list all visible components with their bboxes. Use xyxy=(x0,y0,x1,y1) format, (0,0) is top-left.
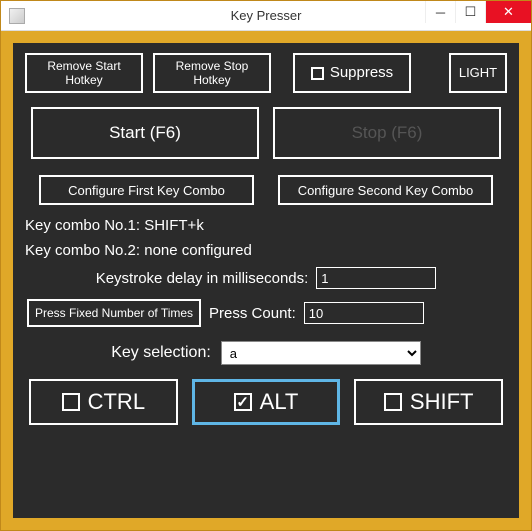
key-selection-dropdown[interactable]: a xyxy=(221,341,421,365)
ctrl-modifier-toggle[interactable]: CTRL xyxy=(29,379,178,425)
configure-second-combo-button[interactable]: Configure Second Key Combo xyxy=(278,175,493,205)
app-icon xyxy=(9,8,25,24)
maximize-button[interactable]: ☐ xyxy=(455,1,485,23)
close-button[interactable]: ✕ xyxy=(485,1,531,23)
delay-label: Keystroke delay in milliseconds: xyxy=(96,270,309,287)
client-area: Remove Start Hotkey Remove Stop Hotkey S… xyxy=(13,43,519,518)
shift-checkbox-icon xyxy=(384,393,402,411)
key-selection-label: Key selection: xyxy=(111,344,211,362)
combo1-label: Key combo No.1: SHIFT+k xyxy=(25,217,507,234)
minimize-button[interactable]: ─ xyxy=(425,1,455,23)
titlebar: Key Presser ─ ☐ ✕ xyxy=(1,1,531,31)
alt-label: ALT xyxy=(260,389,299,415)
key-selection-row: Key selection: a xyxy=(25,341,507,365)
alt-modifier-toggle[interactable]: ALT xyxy=(192,379,341,425)
ctrl-checkbox-icon xyxy=(62,393,80,411)
hotkey-row: Remove Start Hotkey Remove Stop Hotkey S… xyxy=(25,53,507,93)
light-theme-button[interactable]: LIGHT xyxy=(449,53,507,93)
suppress-toggle[interactable]: Suppress xyxy=(293,53,411,93)
delay-row: Keystroke delay in milliseconds: xyxy=(25,267,507,289)
alt-checkbox-icon xyxy=(234,393,252,411)
combo2-label: Key combo No.2: none configured xyxy=(25,242,507,259)
start-button[interactable]: Start (F6) xyxy=(31,107,259,159)
shift-label: SHIFT xyxy=(410,389,474,415)
configure-first-combo-button[interactable]: Configure First Key Combo xyxy=(39,175,254,205)
stop-button[interactable]: Stop (F6) xyxy=(273,107,501,159)
press-fixed-times-button[interactable]: Press Fixed Number of Times xyxy=(27,299,201,327)
delay-input[interactable] xyxy=(316,267,436,289)
remove-start-hotkey-button[interactable]: Remove Start Hotkey xyxy=(25,53,143,93)
start-stop-row: Start (F6) Stop (F6) xyxy=(25,107,507,159)
app-window: Key Presser ─ ☐ ✕ Remove Start Hotkey Re… xyxy=(0,0,532,531)
window-title: Key Presser xyxy=(231,8,302,23)
shift-modifier-toggle[interactable]: SHIFT xyxy=(354,379,503,425)
press-count-label: Press Count: xyxy=(209,305,296,322)
window-controls: ─ ☐ ✕ xyxy=(425,1,531,23)
modifier-row: CTRL ALT SHIFT xyxy=(25,379,507,425)
configure-row: Configure First Key Combo Configure Seco… xyxy=(25,175,507,205)
suppress-label: Suppress xyxy=(330,64,393,82)
remove-stop-hotkey-button[interactable]: Remove Stop Hotkey xyxy=(153,53,271,93)
press-row: Press Fixed Number of Times Press Count: xyxy=(25,299,507,327)
ctrl-label: CTRL xyxy=(88,389,145,415)
press-count-input[interactable] xyxy=(304,302,424,324)
suppress-checkbox-icon xyxy=(311,67,324,80)
